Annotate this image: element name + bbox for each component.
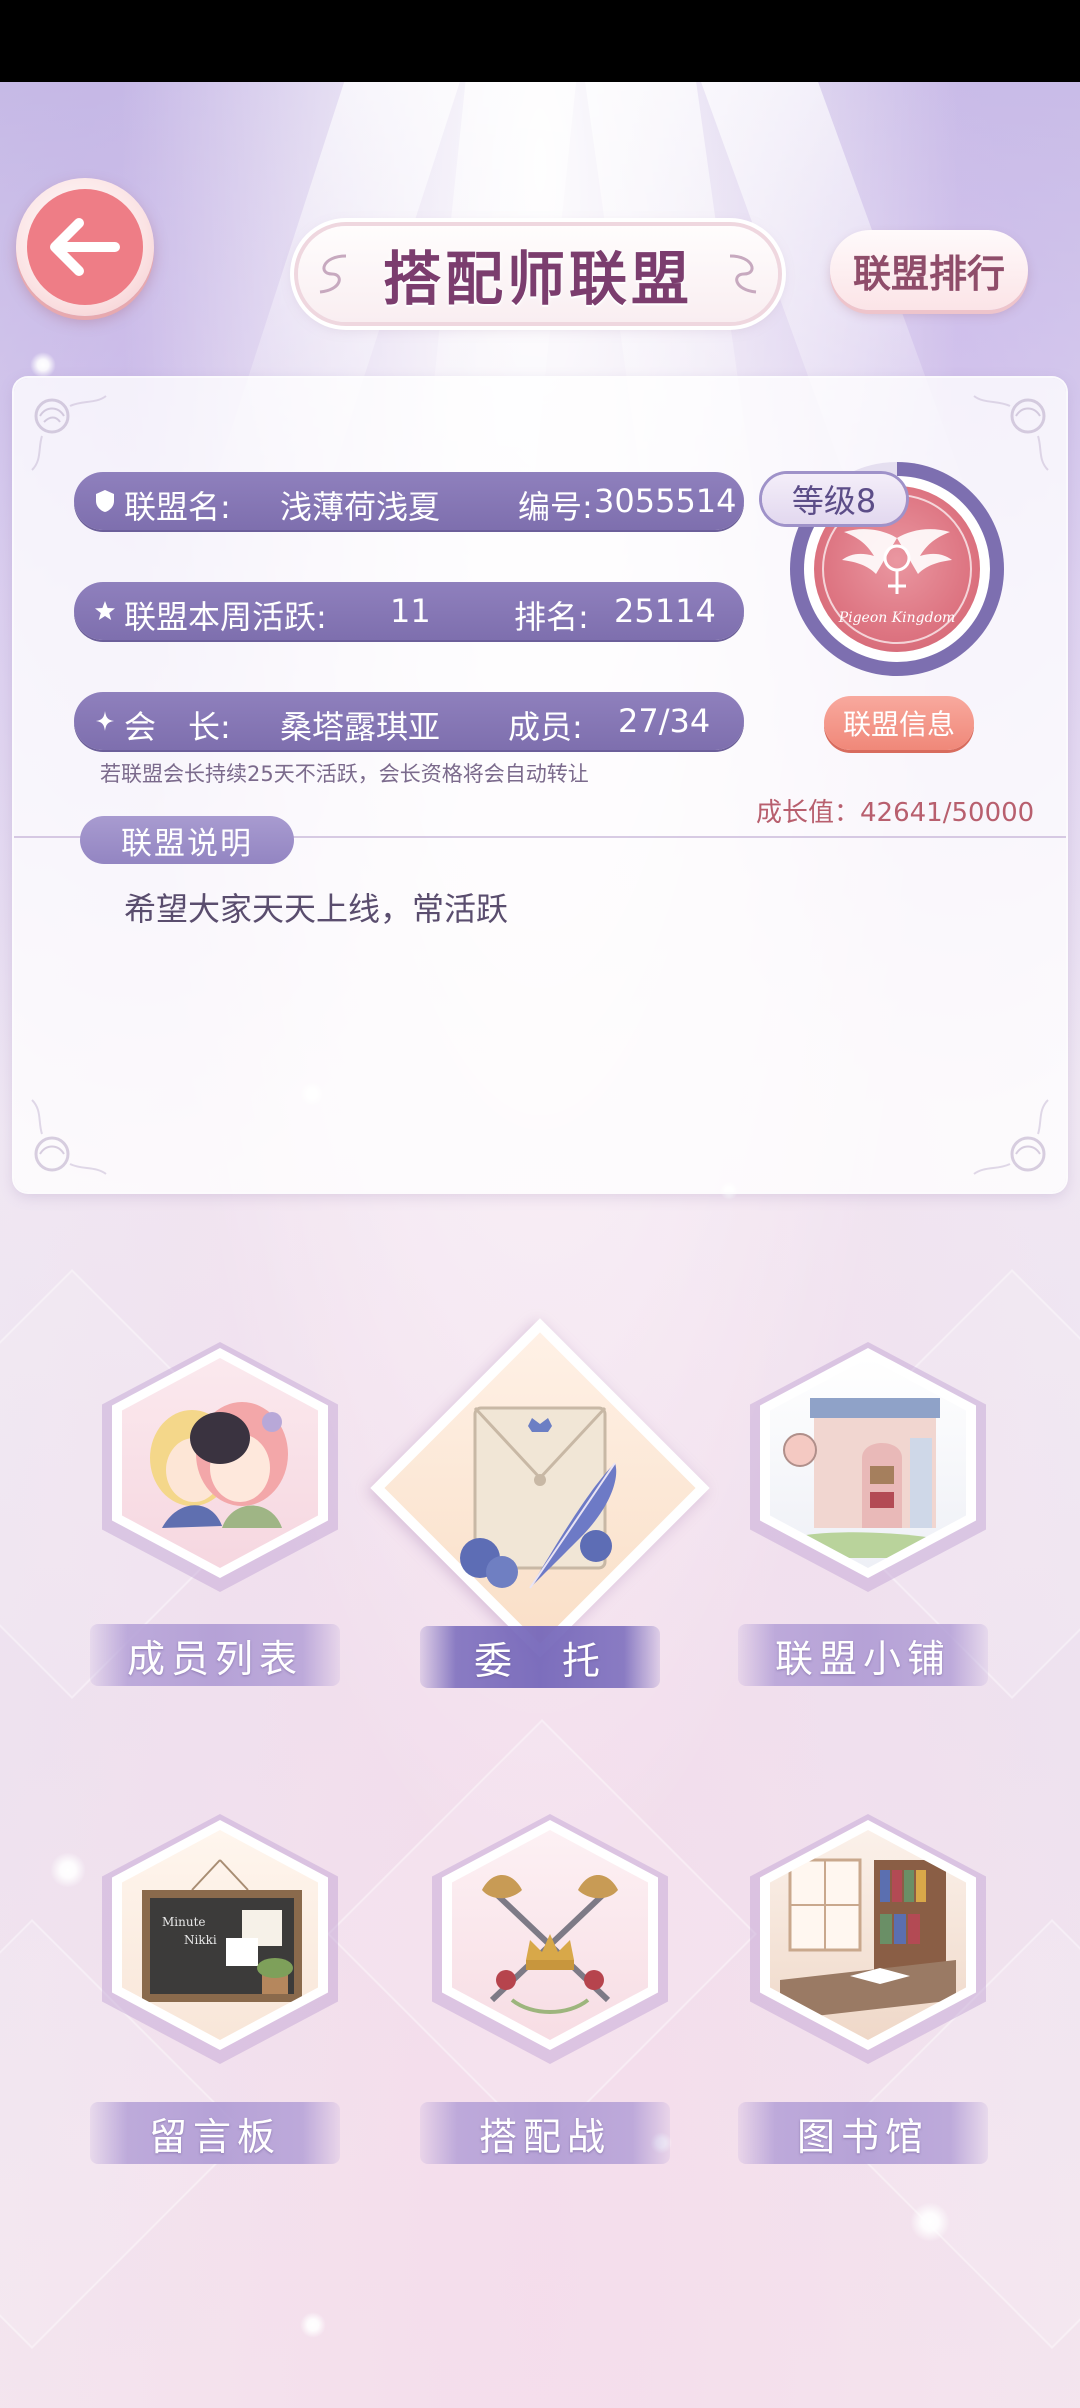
- commission-tile[interactable]: 委 托: [370, 1318, 710, 1688]
- leader-value: 桑塔露琪亚: [280, 708, 441, 746]
- alliance-shop-tile[interactable]: 联盟小铺: [738, 1342, 998, 1698]
- status-bar: [0, 0, 1080, 82]
- weekly-activity-value: 11: [390, 592, 431, 630]
- library-label: 图书馆: [738, 2102, 988, 2164]
- sparkle: [50, 1852, 86, 1888]
- shop-icon: [770, 1358, 966, 1568]
- members-list-label: 成员列表: [90, 1624, 340, 1686]
- alliance-activity-row: 联盟本周活跃: 11 排名: 25114: [74, 582, 744, 640]
- back-arrow-icon: [27, 189, 143, 305]
- styling-battle-label: 搭配战: [420, 2102, 670, 2164]
- library-icon: [770, 1830, 966, 2040]
- emblem-text: Pigeon Kingdom: [838, 610, 956, 626]
- leader-label: 会 长:: [124, 708, 231, 746]
- page-title: 搭配师联盟: [382, 245, 693, 313]
- alliance-id-label: 编号:: [518, 488, 593, 526]
- alliance-shop-label: 联盟小铺: [738, 1624, 988, 1686]
- back-button[interactable]: [16, 178, 154, 316]
- members-list-tile[interactable]: 成员列表: [90, 1342, 350, 1698]
- shield-icon: [96, 490, 114, 512]
- alliance-level-badge: 等级8: [762, 474, 906, 524]
- scroll-ornament-icon: [729, 254, 757, 294]
- alliance-info-button[interactable]: 联盟信息: [824, 696, 974, 750]
- members-icon: [122, 1358, 318, 1568]
- library-tile[interactable]: 图书馆: [738, 1814, 998, 2170]
- rose-ornament-icon: [31, 1099, 107, 1175]
- rose-ornament-icon: [973, 1099, 1049, 1175]
- description-tab: 联盟说明: [80, 816, 294, 864]
- sparkle: [910, 2202, 950, 2242]
- alliance-ranking-button[interactable]: 联盟排行: [830, 230, 1028, 310]
- battle-crest-icon: [452, 1830, 648, 2040]
- svg-text:Minute: Minute: [162, 1915, 206, 1929]
- members-label: 成员:: [508, 708, 583, 746]
- sparkle-icon: [96, 711, 114, 731]
- alliance-leader-row: 会 长: 桑塔露琪亚 成员: 27/34: [74, 692, 744, 750]
- description-text: 希望大家天天上线，常活跃: [124, 890, 509, 928]
- alliance-rank-value: 25114: [614, 592, 716, 630]
- alliance-name-label: 联盟名:: [124, 488, 231, 526]
- alliance-id-value: 3055514: [594, 482, 737, 520]
- star-icon: [95, 601, 115, 620]
- message-board-tile[interactable]: Minute Nikki 留言板: [90, 1814, 350, 2170]
- sparkle: [300, 2312, 326, 2338]
- message-board-icon: Minute Nikki: [122, 1830, 318, 2040]
- leader-transfer-hint: 若联盟会长持续25天不活跃，会长资格将会自动转让: [100, 762, 589, 786]
- message-board-label: 留言板: [90, 2102, 340, 2164]
- sparkle: [30, 352, 56, 378]
- svg-text:Nikki: Nikki: [184, 1933, 217, 1947]
- rose-ornament-icon: [31, 395, 107, 471]
- commission-label: 委 托: [420, 1626, 660, 1688]
- alliance-name-row: 联盟名: 浅薄荷浅夏 编号: 3055514: [74, 472, 744, 530]
- page-title-plate: 搭配师联盟: [298, 226, 778, 322]
- alliance-rank-label: 排名:: [514, 598, 589, 636]
- commission-letter-icon: [460, 1406, 617, 1589]
- rose-ornament-icon: [973, 395, 1049, 471]
- styling-battle-tile[interactable]: 搭配战: [410, 1814, 670, 2170]
- alliance-name-value: 浅薄荷浅夏: [280, 488, 441, 526]
- scroll-ornament-icon: [319, 254, 347, 294]
- weekly-activity-label: 联盟本周活跃:: [124, 598, 327, 636]
- growth-value: 成长值：42641/50000: [756, 798, 1035, 828]
- members-value: 27/34: [618, 702, 711, 740]
